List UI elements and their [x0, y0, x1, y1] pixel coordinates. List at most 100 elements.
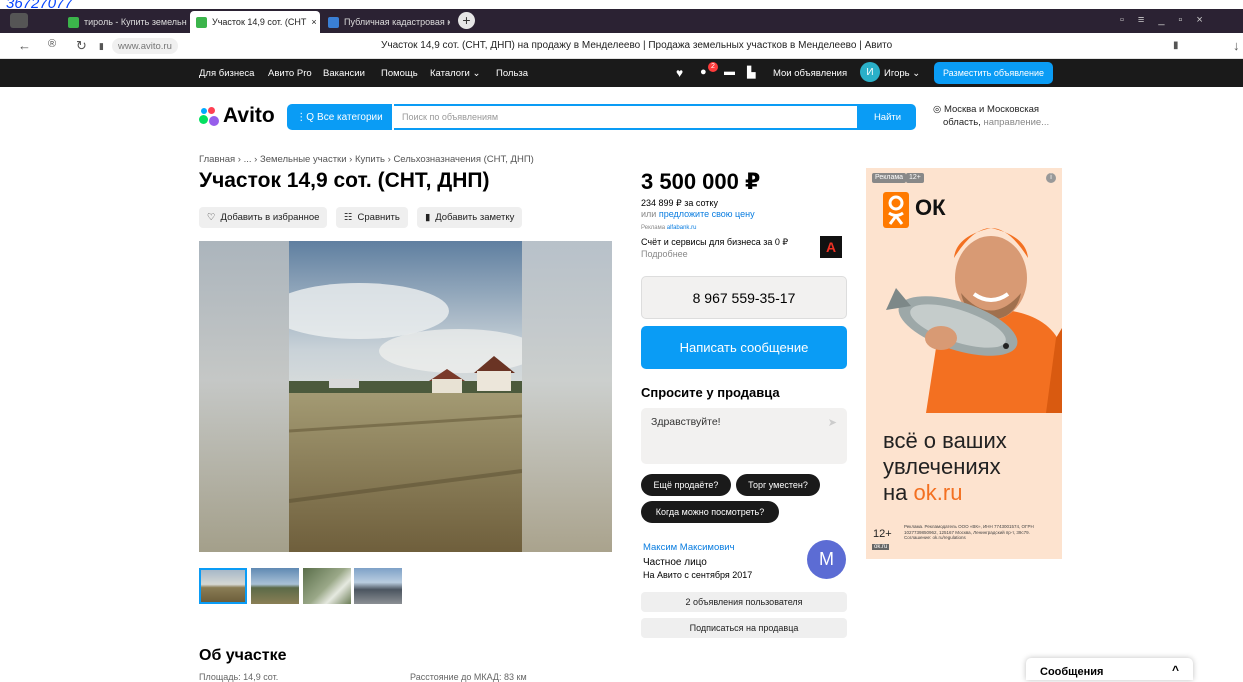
- user-menu[interactable]: Игорь ⌄: [884, 68, 920, 79]
- write-message-button[interactable]: Написать сообщение: [641, 326, 847, 369]
- promo-domain: alfabank.ru: [666, 225, 697, 231]
- url-field[interactable]: www.avito.ru: [112, 38, 178, 54]
- seller-since: На Авито с сентября 2017: [643, 570, 753, 580]
- notification-badge: 2: [708, 62, 718, 72]
- reload-icon[interactable]: ↻: [76, 38, 87, 54]
- page-title-bar: Участок 14,9 сот. (СНТ, ДНП) на продажу …: [381, 40, 893, 51]
- chat-icon[interactable]: ▬: [724, 66, 735, 78]
- tab-2-active[interactable]: Участок 14,9 сот. (СНТ ×: [190, 11, 320, 33]
- avito-logo[interactable]: Avito: [199, 104, 275, 128]
- location-line2: область,: [943, 117, 981, 128]
- bell-icon[interactable]: ●: [700, 66, 707, 78]
- price: 3 500 000 ₽: [641, 169, 761, 194]
- avito-dots-icon: [199, 106, 221, 126]
- back-icon[interactable]: ←: [18, 38, 31, 53]
- tab-3-label: Публичная кадастровая к: [344, 17, 450, 27]
- seller-type: Частное лицо: [643, 557, 707, 568]
- avito-logo-text: Avito: [223, 104, 275, 127]
- ask-seller-text: Здравствуйте!: [651, 416, 721, 428]
- avito-top-nav: Для бизнеса Авито Pro Вакансии Помощь Ка…: [0, 59, 1243, 87]
- about-distance-cut: Расстояние до МКАД: 83 км: [410, 672, 527, 682]
- chevron-up-icon[interactable]: ^: [1172, 663, 1179, 677]
- location-direction: направление...: [983, 117, 1050, 128]
- heart-icon[interactable]: ♥: [676, 66, 683, 80]
- download-icon[interactable]: ↓: [1233, 38, 1240, 53]
- chip-when-view[interactable]: Когда можно посмотреть?: [641, 501, 779, 523]
- main-photo[interactable]: [289, 241, 522, 552]
- alfabank-logo-icon[interactable]: А: [820, 236, 842, 258]
- lock-icon: ▮: [99, 41, 104, 51]
- ask-seller-heading: Спросите у продавца: [641, 385, 780, 400]
- tab-2-label: Участок 14,9 сот. (СНТ: [212, 17, 307, 27]
- nav-vacancies[interactable]: Вакансии: [323, 68, 365, 79]
- ad-headline: всё о ваших увлечениях на ok.ru: [883, 428, 1007, 506]
- heart-outline-icon: ♡: [207, 212, 216, 223]
- thumbnail-2[interactable]: [251, 568, 299, 604]
- nav-help[interactable]: Помощь: [381, 68, 418, 79]
- add-favorite-label: Добавить в избранное: [220, 212, 320, 223]
- promo-text[interactable]: Счёт и сервисы для бизнеса за 0 ₽: [641, 237, 788, 248]
- ok-ad-banner[interactable]: Реклама 12+ i ОК всё о ваших увлечениях …: [866, 168, 1062, 559]
- avito-favicon-icon: [68, 16, 79, 28]
- nav-business[interactable]: Для бизнеса: [199, 68, 254, 79]
- tab-3[interactable]: Публичная кадастровая к: [322, 11, 450, 33]
- add-favorite-button[interactable]: ♡ Добавить в избранное: [199, 207, 328, 228]
- nav-avito-pro[interactable]: Авито Pro: [268, 68, 312, 79]
- ad-age-badge: 12+: [906, 173, 924, 183]
- add-note-button[interactable]: ▮ Добавить заметку: [417, 207, 523, 228]
- all-categories-button[interactable]: ⋮Q Все категории: [287, 104, 392, 130]
- tab-1-label: тироль - Купить земельн: [84, 17, 187, 27]
- post-ad-button[interactable]: Разместить объявление: [934, 62, 1053, 84]
- gallery-blur-right: [522, 241, 612, 552]
- phone-button[interactable]: 8 967 559-35-17: [641, 276, 847, 319]
- offer-prefix: или: [641, 209, 657, 219]
- all-categories-label: Все категории: [317, 111, 383, 123]
- thumbnail-3[interactable]: [303, 568, 351, 604]
- find-button[interactable]: Найти: [859, 104, 916, 130]
- seller-name[interactable]: Максим Максимович: [643, 542, 735, 553]
- compare-label: Сравнить: [357, 212, 400, 223]
- seller-ads-button[interactable]: 2 объявления пользователя: [641, 592, 847, 612]
- ask-seller-input[interactable]: Здравствуйте! ➤: [641, 408, 847, 464]
- compare-button[interactable]: ☷ Сравнить: [336, 207, 408, 228]
- photo-gallery[interactable]: [199, 241, 612, 552]
- seller-avatar[interactable]: М: [807, 540, 846, 579]
- avito-favicon-icon: [196, 16, 207, 28]
- ad-line3-brand: ok.ru: [913, 480, 963, 505]
- nav-catalogs[interactable]: Каталоги ⌄: [430, 68, 480, 79]
- messages-label: Сообщения: [1040, 666, 1104, 678]
- location-pin-icon: ◎: [933, 104, 944, 115]
- ad-line3: на ok.ru: [883, 480, 1007, 506]
- chip-bargain[interactable]: Торг уместен?: [736, 474, 820, 496]
- promo-more[interactable]: Подробнее: [641, 249, 688, 259]
- categories-icon: ⋮Q: [296, 111, 315, 123]
- location-selector[interactable]: ◎ Москва и Московская область, направлен…: [933, 103, 1063, 129]
- ad-line1: всё о ваших: [883, 428, 1007, 453]
- chip-still-selling[interactable]: Ещё продаёте?: [641, 474, 731, 496]
- breadcrumb[interactable]: Главная › ... › Земельные участки › Купи…: [199, 154, 534, 165]
- my-ads-link[interactable]: Мои объявления: [773, 68, 847, 79]
- about-area-cut: Площадь: 14,9 сот.: [199, 672, 279, 682]
- messages-widget[interactable]: Сообщения ^: [1026, 658, 1193, 680]
- compare-icon: ☷: [344, 212, 353, 223]
- window-controls[interactable]: ▫≡_▫×: [1120, 14, 1217, 26]
- listing-title: Участок 14,9 сот. (СНТ, ДНП): [199, 169, 490, 192]
- cart-icon[interactable]: ▙: [747, 66, 755, 79]
- close-tab-icon[interactable]: ×: [311, 17, 316, 27]
- bookmark-icon[interactable]: ▮: [1173, 40, 1179, 51]
- browser-menu-icon[interactable]: [10, 13, 28, 28]
- user-avatar[interactable]: И: [860, 62, 880, 82]
- offer-price-link[interactable]: предложите свою цену: [659, 209, 755, 219]
- thumbnail-4[interactable]: [354, 568, 402, 604]
- subscribe-seller-button[interactable]: Подписаться на продавца: [641, 618, 847, 638]
- nav-benefit[interactable]: Польза: [496, 68, 528, 79]
- tab-1[interactable]: тироль - Купить земельн: [62, 11, 188, 33]
- thumbnail-1[interactable]: [199, 568, 247, 604]
- location-line1: Москва и Московская: [943, 104, 1040, 115]
- ad-badge: Реклама: [872, 173, 907, 183]
- new-tab-icon[interactable]: +: [458, 12, 475, 29]
- shield-icon[interactable]: ®: [48, 38, 56, 50]
- info-icon[interactable]: i: [1046, 173, 1056, 183]
- search-input[interactable]: Поиск по объявлениям: [394, 104, 859, 130]
- send-icon[interactable]: ➤: [828, 416, 837, 429]
